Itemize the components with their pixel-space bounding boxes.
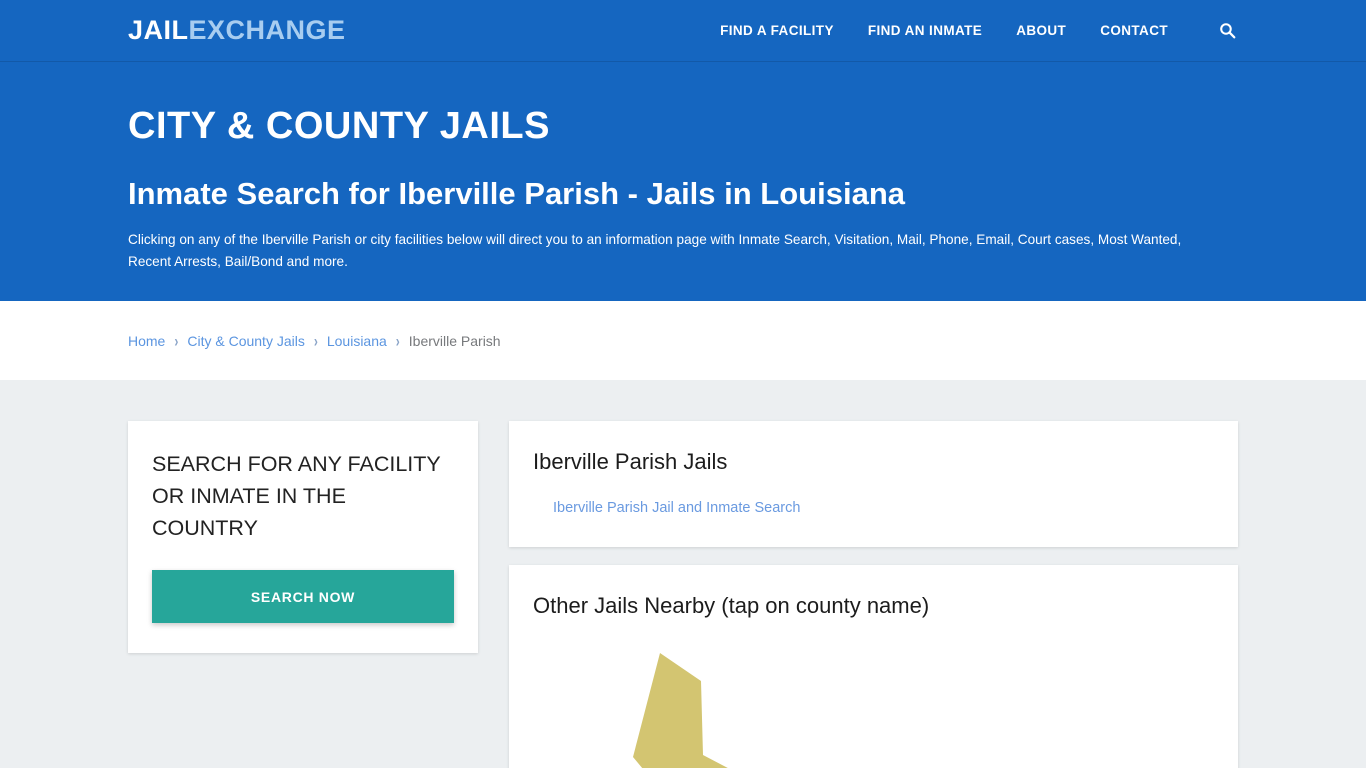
search-facility-card: SEARCH FOR ANY FACILITY OR INMATE IN THE… xyxy=(128,421,478,654)
breadcrumb-separator-icon: › xyxy=(313,331,318,350)
right-column: Iberville Parish Jails Iberville Parish … xyxy=(509,421,1238,768)
hero-description: Clicking on any of the Iberville Parish … xyxy=(128,231,1182,269)
top-navigation-bar: JAILEXCHANGE FIND A FACILITY FIND AN INM… xyxy=(0,0,1366,62)
hero-section: CITY & COUNTY JAILS Inmate Search for Ib… xyxy=(0,62,1366,301)
breadcrumb-item-home[interactable]: Home xyxy=(128,333,165,349)
other-jails-nearby-heading: Other Jails Nearby (tap on county name) xyxy=(533,593,930,618)
logo-text-secondary: EXCHANGE xyxy=(188,15,346,45)
search-icon[interactable] xyxy=(1216,20,1238,42)
nav-item-find-a-facility[interactable]: FIND A FACILITY xyxy=(720,23,834,38)
logo-text-primary: JAIL xyxy=(128,15,189,45)
breadcrumb-separator-icon: › xyxy=(395,331,400,350)
search-now-button[interactable]: SEARCH NOW xyxy=(152,570,454,624)
site-logo[interactable]: JAILEXCHANGE xyxy=(128,17,346,44)
breadcrumb-band: Home › City & County Jails › Louisiana ›… xyxy=(0,301,1366,380)
parish-jails-card: Iberville Parish Jails Iberville Parish … xyxy=(509,421,1238,547)
nav-item-contact[interactable]: CONTACT xyxy=(1100,23,1168,38)
nav-item-about[interactable]: ABOUT xyxy=(1016,23,1066,38)
hero-kicker: CITY & COUNTY JAILS xyxy=(128,105,550,147)
breadcrumb-item-current: Iberville Parish xyxy=(408,332,501,349)
page-title: Inmate Search for Iberville Parish - Jai… xyxy=(128,175,905,211)
breadcrumb-separator-icon: › xyxy=(174,331,179,350)
jail-link-list: Iberville Parish Jail and Inmate Search xyxy=(533,499,1214,517)
other-jails-nearby-card: Other Jails Nearby (tap on county name) xyxy=(509,565,1238,768)
breadcrumb-item-city-county-jails[interactable]: City & County Jails xyxy=(187,333,304,349)
parish-outline-shape xyxy=(633,653,728,768)
main-content-area: SEARCH FOR ANY FACILITY OR INMATE IN THE… xyxy=(0,380,1366,768)
nav-item-find-an-inmate[interactable]: FIND AN INMATE xyxy=(868,23,982,38)
search-card-title: SEARCH FOR ANY FACILITY OR INMATE IN THE… xyxy=(152,452,441,540)
breadcrumb-item-louisiana[interactable]: Louisiana xyxy=(327,333,387,349)
breadcrumb: Home › City & County Jails › Louisiana ›… xyxy=(128,331,501,350)
primary-nav-links: FIND A FACILITY FIND AN INMATE ABOUT CON… xyxy=(720,20,1238,42)
county-map[interactable] xyxy=(533,647,1214,768)
list-item[interactable]: Iberville Parish Jail and Inmate Search xyxy=(553,500,800,516)
parish-jails-heading: Iberville Parish Jails xyxy=(533,449,728,474)
